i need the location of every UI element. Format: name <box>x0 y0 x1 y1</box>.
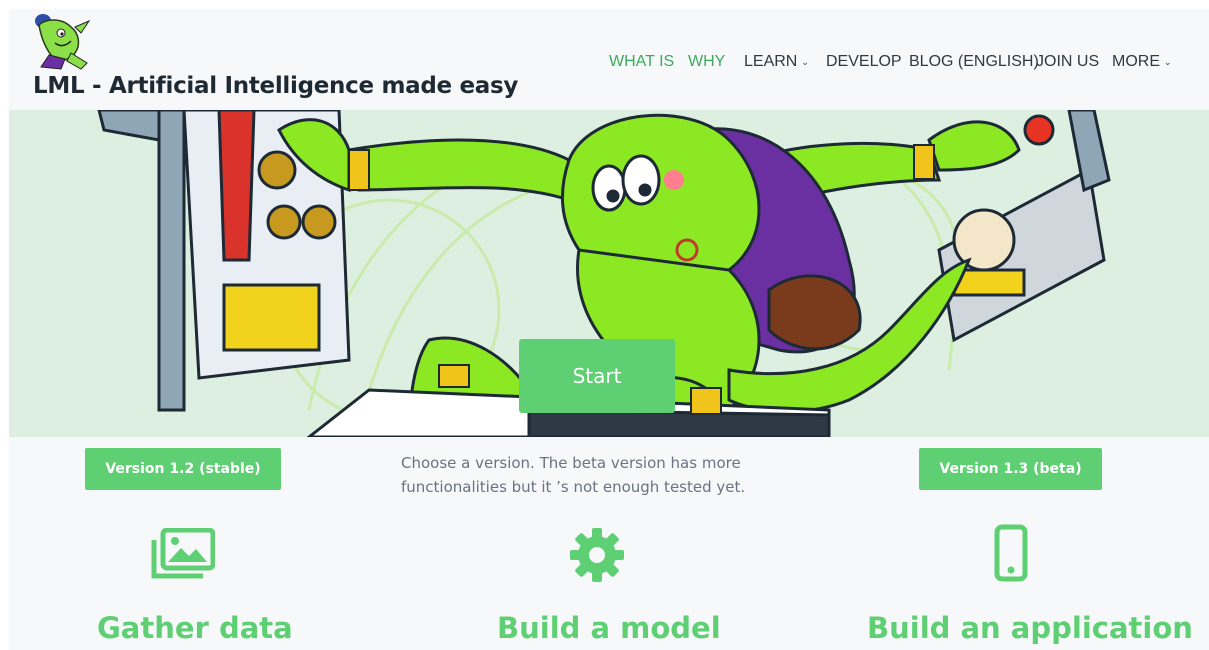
goblin-mascot-icon[interactable] <box>31 11 93 71</box>
site-header: LML - Artificial Intelligence made easy … <box>9 9 1209 110</box>
feature-title-build-application: Build an application <box>867 611 1193 645</box>
feature-title-build-model: Build a model <box>497 611 721 645</box>
nav-item-learn[interactable]: LEARN ⌄ <box>744 53 809 71</box>
gear-icon <box>570 528 624 582</box>
nav-item-blog[interactable]: BLOG (ENGLISH) <box>909 53 1039 71</box>
version-stable-button[interactable]: Version 1.2 (stable) <box>85 448 281 490</box>
hero-banner: Start <box>9 110 1209 437</box>
site-title[interactable]: LML - Artificial Intelligence made easy <box>33 73 518 99</box>
nav-item-why[interactable]: WHY <box>688 53 725 71</box>
mobile-phone-icon <box>994 524 1028 582</box>
nav-item-learn-label: LEARN <box>744 53 798 70</box>
page: LML - Artificial Intelligence made easy … <box>9 9 1209 650</box>
feature-title-gather-data: Gather data <box>97 611 293 645</box>
version-beta-button[interactable]: Version 1.3 (beta) <box>919 448 1102 490</box>
chevron-down-icon: ⌄ <box>1164 57 1172 67</box>
nav-item-more[interactable]: MORE ⌄ <box>1112 53 1172 71</box>
images-icon <box>151 528 215 579</box>
start-button[interactable]: Start <box>519 339 675 413</box>
nav-item-develop[interactable]: DEVELOP <box>826 53 902 71</box>
chevron-down-icon: ⌄ <box>801 57 809 67</box>
nav-item-what-is[interactable]: WHAT IS <box>609 53 674 71</box>
nav-item-join-us[interactable]: JOIN US <box>1036 53 1099 71</box>
nav-item-more-label: MORE <box>1112 53 1160 70</box>
version-note: Choose a version. The beta version has m… <box>401 454 746 496</box>
